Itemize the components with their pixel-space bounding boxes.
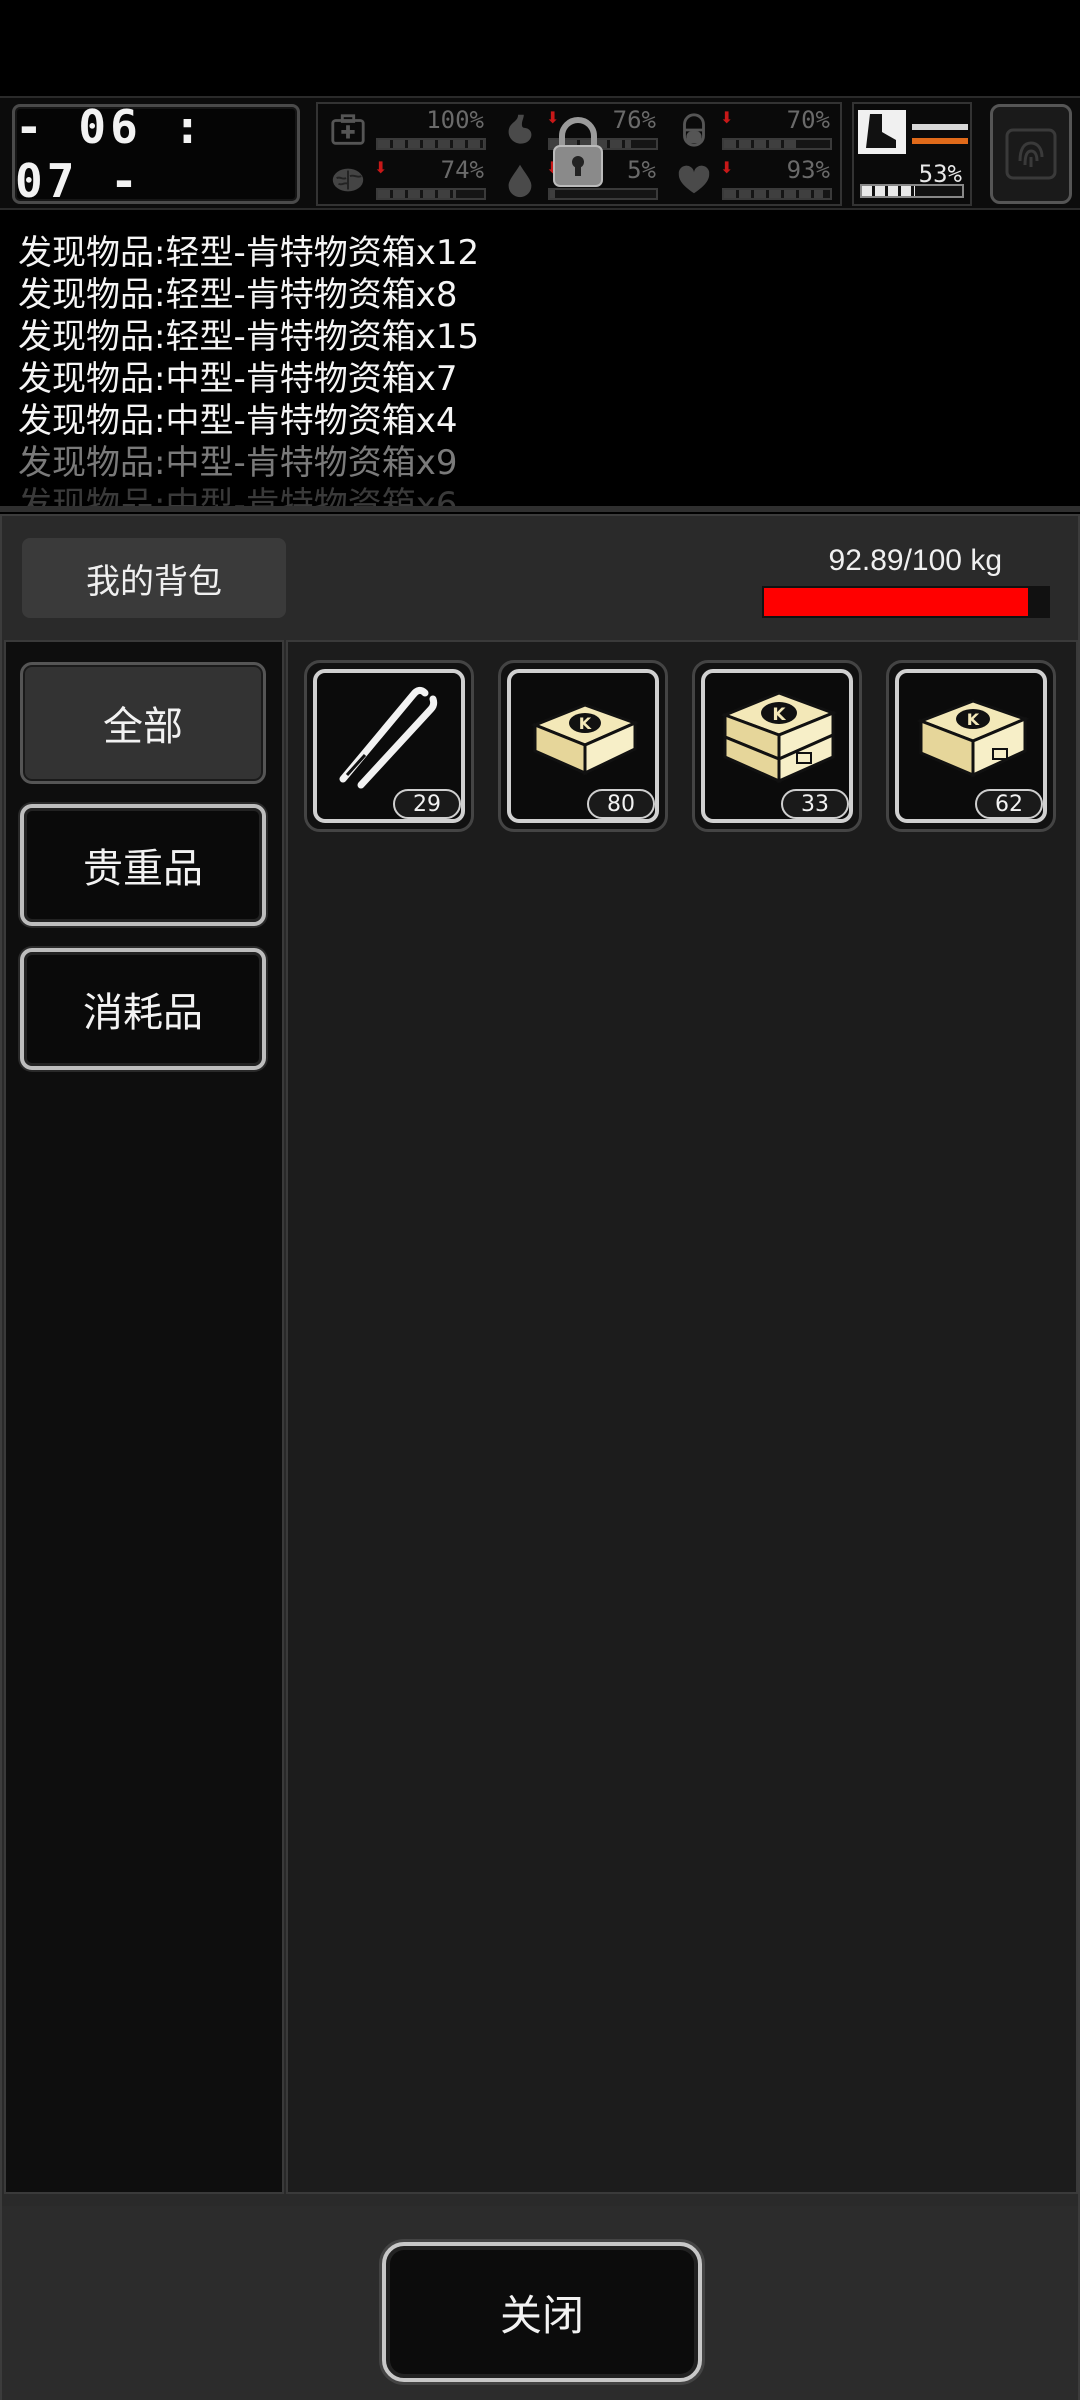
inventory-panel: 我的背包 92.89/100 kg 全部 贵重品 消耗品 29 K 80 K 3… bbox=[0, 514, 1080, 2400]
supply-crate-icon: K bbox=[916, 699, 1030, 778]
stamina-panel: 53% bbox=[852, 102, 972, 206]
item-slot-small-crate[interactable]: K 80 bbox=[498, 660, 668, 832]
weight-bar-fill bbox=[764, 588, 1028, 616]
item-slot-medium-crate[interactable]: K 33 bbox=[692, 660, 862, 832]
log-line: 发现物品:轻型-肯特物资箱x8 bbox=[18, 275, 458, 315]
item-count: 62 bbox=[975, 789, 1043, 819]
category-tab-all[interactable]: 全部 bbox=[20, 662, 266, 784]
inventory-footer: 关闭 bbox=[2, 2206, 1078, 2400]
heart-icon bbox=[672, 160, 716, 200]
stat-value: 100% bbox=[426, 106, 484, 134]
small-supply-crate-icon: K bbox=[530, 703, 640, 776]
svg-text:K: K bbox=[967, 710, 980, 729]
status-hud: - 06 : 07 - 100% ⬇ 76% ⬇ 70% ⬇ 74% ⬇ 5% … bbox=[0, 96, 1080, 210]
close-button[interactable]: 关闭 bbox=[382, 2242, 702, 2382]
stat-heart: ⬇ 93% bbox=[668, 156, 838, 204]
water-drop-icon bbox=[498, 160, 542, 200]
arrow-down-icon: ⬇ bbox=[374, 158, 388, 177]
log-line: 发现物品:轻型-肯特物资箱x12 bbox=[18, 233, 480, 273]
stat-medicine: ⬇ 70% bbox=[668, 106, 838, 154]
log-line: 发现物品:中型-肯特物资箱x6 bbox=[18, 485, 458, 506]
stat-bar bbox=[376, 138, 486, 150]
lock-icon[interactable] bbox=[548, 114, 608, 190]
inventory-title: 我的背包 bbox=[22, 538, 286, 618]
item-count: 33 bbox=[781, 789, 849, 819]
fingerprint-icon bbox=[1005, 128, 1057, 180]
clock-time: - 06 : 07 - bbox=[15, 100, 206, 208]
inventory-header: 我的背包 92.89/100 kg bbox=[2, 516, 1078, 640]
fingerprint-button[interactable] bbox=[990, 104, 1072, 204]
stat-value: 70% bbox=[786, 106, 830, 134]
stat-value: 74% bbox=[440, 156, 484, 184]
stat-bar bbox=[722, 138, 832, 150]
stat-value: 93% bbox=[786, 156, 830, 184]
arrow-down-icon: ⬇ bbox=[720, 158, 734, 177]
stamina-bar bbox=[860, 184, 964, 198]
brain-icon bbox=[326, 160, 370, 200]
stat-sanity: ⬇ 74% bbox=[322, 156, 492, 204]
log-line: 发现物品:中型-肯特物资箱x9 bbox=[18, 443, 458, 483]
weight-label: 92.89/100 kg bbox=[828, 544, 1002, 577]
weight-bar bbox=[762, 586, 1050, 618]
stat-health: 100% bbox=[322, 106, 492, 154]
game-clock: - 06 : 07 - bbox=[12, 100, 300, 208]
pill-icon bbox=[672, 110, 716, 150]
svg-text:K: K bbox=[772, 705, 786, 725]
item-slot-crate[interactable]: K 62 bbox=[886, 660, 1056, 832]
stat-bar bbox=[722, 188, 832, 200]
item-count: 80 bbox=[587, 789, 655, 819]
log-line: 发现物品:中型-肯特物资箱x4 bbox=[18, 401, 458, 441]
category-sidebar: 全部 贵重品 消耗品 bbox=[4, 640, 284, 2194]
medkit-icon bbox=[326, 110, 370, 150]
stat-value: 5% bbox=[627, 156, 656, 184]
log-line: 发现物品:中型-肯特物资箱x7 bbox=[18, 359, 458, 399]
arrow-down-icon: ⬇ bbox=[720, 108, 734, 127]
lockpick-icon bbox=[339, 686, 438, 789]
stat-value: 76% bbox=[612, 106, 656, 134]
category-tab-consumables[interactable]: 消耗品 bbox=[20, 948, 266, 1070]
item-grid: 29 K 80 K 33 K 62 bbox=[286, 640, 1078, 2194]
category-tab-valuables[interactable]: 贵重品 bbox=[20, 804, 266, 926]
discovery-log: 发现物品:轻型-肯特物资箱x12 发现物品:轻型-肯特物资箱x8 发现物品:轻型… bbox=[0, 214, 1080, 506]
boot-icon bbox=[858, 110, 906, 154]
stomach-icon bbox=[498, 110, 542, 150]
svg-text:K: K bbox=[579, 714, 592, 733]
divider bbox=[0, 506, 1080, 512]
medium-supply-crate-icon: K bbox=[720, 691, 838, 784]
item-count: 29 bbox=[393, 789, 461, 819]
stat-bar bbox=[376, 188, 486, 200]
log-line: 发现物品:轻型-肯特物资箱x15 bbox=[18, 317, 480, 357]
item-slot-lockpick[interactable]: 29 bbox=[304, 660, 474, 832]
